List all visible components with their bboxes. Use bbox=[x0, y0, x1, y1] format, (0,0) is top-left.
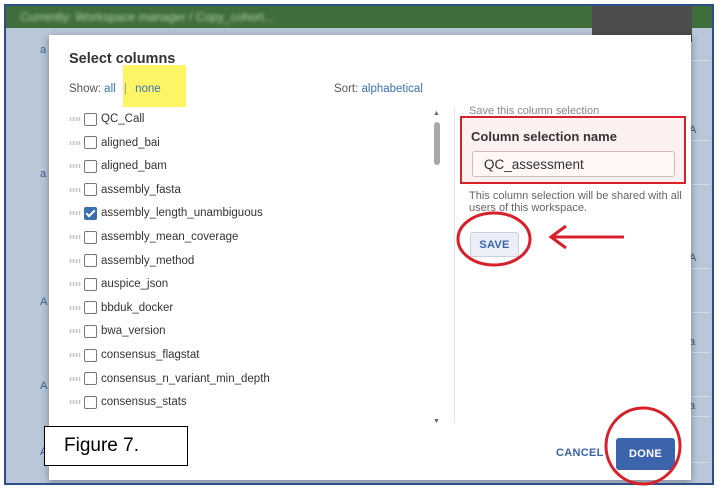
drag-handle-icon[interactable] bbox=[69, 282, 81, 287]
scroll-down-arrow-icon[interactable]: ▼ bbox=[433, 418, 440, 425]
sort-label: Sort: bbox=[334, 83, 359, 95]
show-label: Show: bbox=[69, 83, 101, 95]
drag-handle-icon[interactable] bbox=[69, 376, 81, 381]
drag-handle-icon[interactable] bbox=[69, 140, 81, 145]
sort-alphabetical-link[interactable]: alphabetical bbox=[362, 83, 423, 95]
background-row-line bbox=[688, 462, 710, 463]
column-list-item[interactable]: consensus_stats bbox=[69, 393, 187, 411]
background-row-line bbox=[688, 416, 710, 417]
scrollbar-thumb[interactable] bbox=[434, 122, 440, 165]
save-button[interactable]: SAVE bbox=[470, 232, 519, 257]
column-checkbox[interactable] bbox=[84, 348, 97, 362]
screenshot-frame: Currently: Workspace manager / Copy_coho… bbox=[4, 4, 714, 485]
background-top-bar-text: Currently: Workspace manager / Copy_coho… bbox=[20, 10, 274, 24]
column-list-item[interactable]: aligned_bai bbox=[69, 134, 160, 152]
column-list-item[interactable]: assembly_length_unambiguous bbox=[69, 204, 263, 222]
column-list-item[interactable]: assembly_fasta bbox=[69, 181, 181, 199]
background-row-line bbox=[688, 60, 710, 61]
column-list-item[interactable]: consensus_n_variant_min_depth bbox=[69, 370, 270, 388]
background-row-line bbox=[688, 312, 710, 313]
background-edge-text: A bbox=[40, 380, 48, 392]
drag-handle-icon[interactable] bbox=[69, 400, 81, 405]
column-label: QC_Call bbox=[101, 113, 145, 125]
column-label: consensus_stats bbox=[101, 396, 187, 409]
show-separator: | bbox=[123, 83, 127, 95]
done-button[interactable]: DONE bbox=[616, 438, 675, 470]
background-edge-text: a bbox=[40, 44, 47, 56]
cancel-button[interactable]: CANCEL bbox=[556, 447, 604, 459]
figure-caption-label: Figure 7. bbox=[44, 426, 188, 466]
show-filter-row: Show: all | none bbox=[69, 83, 161, 95]
column-checkbox[interactable] bbox=[84, 324, 97, 338]
column-checkbox[interactable] bbox=[84, 136, 97, 150]
column-label: consensus_flagstat bbox=[101, 349, 200, 361]
column-label: aligned_bai bbox=[101, 136, 160, 149]
drag-handle-icon[interactable] bbox=[69, 164, 81, 169]
panel-divider bbox=[454, 107, 455, 423]
column-selection-name-label: Column selection name bbox=[471, 129, 617, 144]
column-list-item[interactable]: assembly_method bbox=[69, 252, 194, 270]
column-label: bbduk_docker bbox=[101, 301, 174, 314]
column-list-item[interactable]: bbduk_docker bbox=[69, 299, 173, 317]
background-edge-text: A bbox=[40, 296, 48, 308]
column-checkbox[interactable] bbox=[84, 159, 97, 173]
column-list-scrollbar[interactable]: ▲ ▼ bbox=[432, 110, 442, 425]
column-checkbox[interactable] bbox=[84, 301, 97, 315]
column-list-item[interactable]: bwa_version bbox=[69, 322, 166, 340]
background-row-line bbox=[688, 184, 710, 185]
drag-handle-icon[interactable] bbox=[69, 353, 81, 357]
background-row-line bbox=[688, 268, 710, 269]
column-checkbox[interactable] bbox=[84, 372, 97, 386]
column-label: auspice_json bbox=[101, 278, 169, 291]
column-label: aligned_bam bbox=[101, 160, 167, 173]
background-edge-text: a bbox=[40, 168, 47, 180]
column-list-item[interactable]: assembly_mean_coverage bbox=[69, 228, 238, 246]
column-label: bwa_version bbox=[101, 325, 166, 338]
shared-selection-note: This column selection will be shared wit… bbox=[469, 190, 682, 214]
drag-handle-icon[interactable] bbox=[69, 187, 81, 192]
sort-row: Sort: alphabetical bbox=[334, 83, 423, 95]
column-label: assembly_mean_coverage bbox=[101, 231, 239, 243]
column-list-item[interactable]: auspice_json bbox=[69, 275, 168, 293]
drag-handle-icon[interactable] bbox=[69, 329, 81, 334]
background-row-line bbox=[688, 140, 710, 141]
column-label: assembly_fasta bbox=[101, 183, 181, 196]
drag-handle-icon[interactable] bbox=[69, 305, 81, 310]
scroll-up-arrow-icon[interactable]: ▲ bbox=[433, 110, 440, 117]
column-checkbox[interactable] bbox=[84, 112, 97, 126]
column-list-item[interactable]: consensus_flagstat bbox=[69, 346, 199, 364]
drag-handle-icon[interactable] bbox=[69, 235, 81, 239]
column-label: consensus_n_variant_min_depth bbox=[101, 372, 270, 385]
drag-handle-icon[interactable] bbox=[69, 117, 81, 121]
column-list-item[interactable]: QC_Call bbox=[69, 110, 144, 128]
column-checkbox[interactable] bbox=[84, 395, 97, 409]
column-selection-name-input[interactable] bbox=[472, 151, 675, 177]
show-all-link[interactable]: all bbox=[104, 83, 116, 95]
column-checkbox[interactable] bbox=[84, 183, 97, 197]
select-columns-dialog: Select columns Show: all | none Sort: al… bbox=[49, 35, 691, 480]
column-label: assembly_method bbox=[101, 254, 195, 267]
column-selection-name-box: Column selection name bbox=[460, 116, 686, 184]
column-checkbox[interactable] bbox=[84, 230, 97, 244]
column-list-item[interactable]: aligned_bam bbox=[69, 157, 167, 175]
drag-handle-icon[interactable] bbox=[69, 211, 81, 216]
background-row-line bbox=[688, 396, 710, 397]
column-label: assembly_length_unambiguous bbox=[101, 207, 263, 220]
column-checkbox[interactable] bbox=[84, 254, 97, 268]
column-checkbox[interactable] bbox=[84, 206, 97, 220]
column-checkbox[interactable] bbox=[84, 277, 97, 291]
drag-handle-icon[interactable] bbox=[69, 258, 81, 263]
background-row-line bbox=[688, 352, 710, 353]
show-none-link[interactable]: none bbox=[135, 83, 161, 95]
